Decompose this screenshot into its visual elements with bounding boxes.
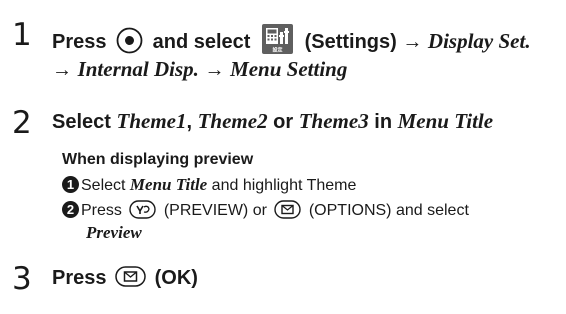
step1-arrow-3: → [204, 59, 225, 81]
step1-arrow-1: → [402, 31, 423, 53]
step1-arrow-2: → [52, 59, 72, 81]
step2-theme3: Theme3 [298, 109, 369, 133]
settings-icon: 設定 [262, 24, 294, 58]
center-key-icon [116, 27, 143, 58]
sub-step-1: 1 Select Menu Title and highlight Theme [62, 176, 356, 194]
step2-in: in [374, 111, 393, 133]
step2-comma: , [186, 111, 193, 133]
step1-display-set: Display Set [427, 29, 526, 53]
step1-menu-setting: Menu Setting [230, 57, 348, 81]
sub-step-2-options-label: (OPTIONS) and select [308, 202, 469, 219]
step2-line1: Select Theme1, Theme2 or Theme3 in Menu … [52, 109, 494, 133]
preview-heading: When displaying preview [62, 151, 254, 168]
sub-step-1-number: 1 [62, 176, 79, 193]
step3-line1: Press (OK) [52, 266, 198, 291]
step1-line1: Press and select 設定 (Settings) → Display… [52, 24, 531, 58]
sub-step-2-preview-item: Preview [86, 223, 142, 242]
step1-settings-label: (Settings) [304, 31, 397, 53]
step2-select: Select [52, 111, 111, 133]
y-key-icon [129, 200, 157, 223]
mail-key-icon-ok [115, 266, 146, 291]
sub-step-2-number: 2 [62, 201, 79, 218]
step-number-3: 3 [12, 261, 32, 297]
sub-step-1-rest: and highlight Theme [211, 177, 357, 194]
settings-icon-text: 設定 [273, 47, 283, 54]
step2-or: or [273, 111, 294, 133]
sub-step-2-preview-label: (PREVIEW) or [163, 202, 267, 219]
step3-press: Press [52, 267, 107, 289]
sub-step-2: 2 Press (PREVIEW) or (OPTIONS) and select [62, 200, 469, 223]
sub-step-1-select: Select [81, 177, 126, 194]
sub-step-2-press: Press [81, 202, 122, 219]
step1-internal-disp: Internal Disp. [77, 57, 199, 81]
step1-press: Press [52, 31, 107, 53]
step1-period: . [525, 29, 531, 53]
mail-key-icon [274, 200, 302, 223]
step1-and-select: and select [152, 31, 251, 53]
step3-ok: (OK) [154, 267, 198, 289]
step2-theme1: Theme1 [116, 109, 187, 133]
step2-menu-title: Menu Title [397, 109, 494, 133]
step-number-2: 2 [12, 105, 32, 141]
step-number-1: 1 [12, 17, 32, 53]
step2-theme2: Theme2 [197, 109, 268, 133]
sub-step-1-menu-title: Menu Title [129, 175, 208, 194]
step1-line2: → Internal Disp. → Menu Setting [52, 57, 348, 81]
sub-step-2-continuation: Preview [86, 224, 142, 242]
